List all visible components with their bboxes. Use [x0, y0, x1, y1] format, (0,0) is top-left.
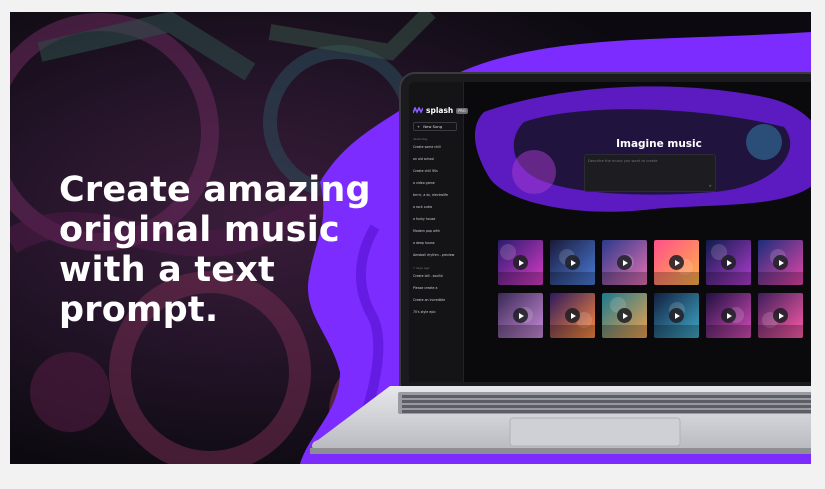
history-older-item[interactable]: Create lofi - soulful	[413, 274, 457, 278]
app-main: Imagine music ➤	[464, 82, 811, 382]
laptop-lid: splash PRO + New Song Yesterday Create s…	[399, 72, 811, 388]
new-song-button[interactable]: + New Song	[413, 122, 457, 131]
laptop-screen: splash PRO + New Song Yesterday Create s…	[409, 82, 811, 382]
play-button[interactable]	[669, 308, 684, 323]
brand-logo: splash PRO	[413, 106, 468, 115]
history-recent-item[interactable]: a funky house	[413, 217, 457, 221]
play-icon	[726, 259, 732, 266]
play-button[interactable]	[669, 255, 684, 270]
play-icon	[622, 312, 628, 319]
history-older-item[interactable]: Create an incredible	[413, 298, 457, 302]
history-older-item[interactable]: Please create a	[413, 286, 457, 290]
headline: Create amazing original music with a tex…	[59, 170, 389, 330]
play-button[interactable]	[513, 255, 528, 270]
play-icon	[570, 312, 576, 319]
play-button[interactable]	[617, 255, 632, 270]
splash-logo-icon	[413, 107, 423, 114]
song-thumbnail[interactable]	[706, 240, 751, 285]
history-recent-item[interactable]: a rock outro	[413, 205, 457, 209]
laptop-base	[310, 386, 811, 454]
history-section-recent: Yesterday	[413, 137, 428, 141]
song-thumbnail[interactable]	[758, 293, 803, 338]
play-icon	[674, 312, 680, 319]
hero-splash-art	[474, 86, 811, 212]
song-thumbnail[interactable]	[550, 293, 595, 338]
history-section-older: 7 days ago	[413, 266, 430, 270]
song-thumbnail[interactable]	[550, 240, 595, 285]
headline-line-1: Create amazing	[59, 170, 371, 210]
song-thumbnail[interactable]	[602, 240, 647, 285]
history-recent-item[interactable]: brrrrr, a dc, electrolife	[413, 193, 457, 197]
headline-line-2: original music	[59, 210, 340, 250]
prompt-box: ➤	[584, 154, 716, 192]
song-thumbnail[interactable]	[654, 293, 699, 338]
app-sidebar: splash PRO + New Song Yesterday Create s…	[409, 82, 468, 382]
play-button[interactable]	[721, 255, 736, 270]
play-button[interactable]	[513, 308, 528, 323]
headline-line-4: prompt.	[59, 290, 219, 330]
song-thumbnail[interactable]	[602, 293, 647, 338]
play-icon	[674, 259, 680, 266]
play-icon	[518, 259, 524, 266]
play-button[interactable]	[773, 255, 788, 270]
plus-icon: +	[417, 124, 421, 129]
song-thumbnail[interactable]	[498, 293, 543, 338]
play-button[interactable]	[565, 255, 580, 270]
play-icon	[778, 259, 784, 266]
history-recent-item[interactable]: a video game	[413, 181, 457, 185]
history-recent-item[interactable]: Modern pop with	[413, 229, 457, 233]
prompt-input[interactable]	[588, 159, 708, 163]
play-icon	[518, 312, 524, 319]
history-recent-item[interactable]: a deep house	[413, 241, 457, 245]
main-title: Imagine music	[616, 138, 702, 150]
song-thumbnail[interactable]	[758, 240, 803, 285]
play-button[interactable]	[565, 308, 580, 323]
play-button[interactable]	[773, 308, 788, 323]
history-older-item[interactable]: 70's style epic	[413, 310, 457, 314]
song-thumbnail[interactable]	[706, 293, 751, 338]
promo-banner: Create amazing original music with a tex…	[10, 12, 811, 464]
play-icon	[726, 312, 732, 319]
history-recent-item[interactable]: an old school	[413, 157, 457, 161]
play-button[interactable]	[721, 308, 736, 323]
send-icon[interactable]: ➤	[709, 183, 712, 188]
play-icon	[778, 312, 784, 319]
brand-name: splash	[426, 106, 454, 115]
play-button[interactable]	[617, 308, 632, 323]
song-thumbnail[interactable]	[498, 240, 543, 285]
history-recent-item[interactable]: Aeroball rhythm - preview	[413, 253, 457, 257]
play-icon	[622, 259, 628, 266]
headline-line-3: with a text	[59, 250, 275, 290]
history-recent-item[interactable]: Create some chill	[413, 145, 457, 149]
new-song-label: New Song	[423, 124, 443, 129]
history-recent-item[interactable]: Create chill 90s	[413, 169, 457, 173]
song-thumbnail[interactable]	[654, 240, 699, 285]
play-icon	[570, 259, 576, 266]
